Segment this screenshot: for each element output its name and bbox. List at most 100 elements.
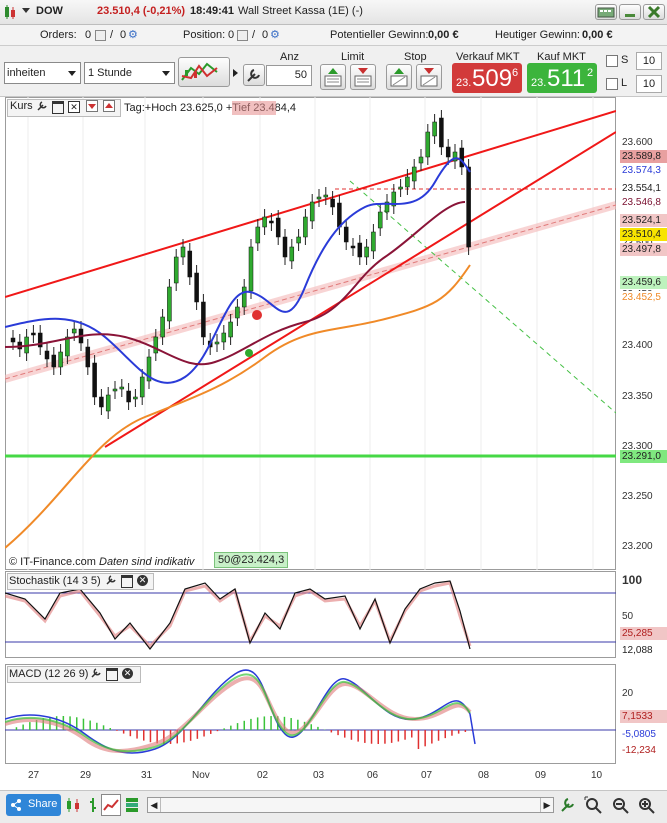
sell-market-button[interactable]: 23. 509 6 <box>452 63 522 93</box>
dropdown-arrow-icon[interactable] <box>21 6 31 16</box>
unit-select[interactable]: inheiten <box>4 62 81 84</box>
position-label: Position: <box>183 29 225 41</box>
time-tick-label: 08 <box>478 770 489 781</box>
zoom-in-icon[interactable] <box>636 795 656 815</box>
keyboard-button[interactable] <box>595 4 617 20</box>
macd-tick-label: 20 <box>622 688 633 699</box>
position-toggle-icon[interactable] <box>237 30 248 41</box>
stop-buy-button[interactable] <box>386 64 412 90</box>
price-level-tag: 23.524,1 <box>620 214 667 227</box>
price-level-tag: 23.459,6 <box>620 276 667 289</box>
draw-tool-icon[interactable] <box>558 795 578 815</box>
stoch-value-tag: 25,285 <box>620 627 667 640</box>
l-checkbox[interactable] <box>606 78 618 90</box>
close-icon[interactable]: ✕ <box>137 575 148 586</box>
buy-price-main: 511 <box>547 65 585 93</box>
stop-buy-icon <box>387 65 411 89</box>
wrench-button[interactable] <box>243 64 265 86</box>
stop-sell-button[interactable] <box>416 64 442 90</box>
orders-settings-icon[interactable]: ⚙ <box>128 28 138 41</box>
s-quantity-input[interactable]: 10 <box>636 52 662 70</box>
disclaimer-text: Daten sind indikativ <box>99 556 194 568</box>
wrench-icon[interactable] <box>90 667 102 682</box>
sell-price-main: 509 <box>472 65 512 93</box>
price-tick-label: 23.400 <box>622 340 653 351</box>
wrench-icon[interactable] <box>36 100 48 115</box>
time-tick-label: 27 <box>28 770 39 781</box>
sell-price-fraction: 6 <box>512 67 518 79</box>
orders-count-a: 0 <box>85 29 91 41</box>
time-axis[interactable] <box>5 765 616 787</box>
price-level-tag: 23.291,0 <box>620 450 667 463</box>
stop-sell-icon <box>417 65 441 89</box>
interval-select[interactable]: 1 Stunde <box>84 62 175 84</box>
scroll-right-icon[interactable]: ▶ <box>540 798 553 812</box>
candlestick-icon[interactable] <box>64 796 84 814</box>
price-change: 23.510,4 (-0,21%) <box>97 5 185 17</box>
share-button[interactable]: Share <box>6 794 61 816</box>
time-tick-label: 02 <box>257 770 268 781</box>
s-checkbox[interactable] <box>606 55 618 67</box>
instrument-name: DOW <box>36 5 63 17</box>
close-button[interactable] <box>643 4 665 20</box>
today-gain-value: 0,00 € <box>582 29 613 41</box>
anz-label: Anz <box>280 51 299 63</box>
close-icon[interactable]: ✕ <box>68 101 80 113</box>
l-quantity-input[interactable]: 10 <box>636 75 662 93</box>
orders-toggle-icon[interactable] <box>95 30 106 41</box>
share-label: Share <box>28 798 57 810</box>
indicator-button[interactable] <box>178 57 230 87</box>
limit-sell-button[interactable] <box>350 64 376 90</box>
title-bar: DOW 23.510,4 (-0,21%) 18:49:41 Wall Stre… <box>0 0 667 25</box>
bar-chart-icon[interactable] <box>87 796 99 814</box>
layers-icon[interactable] <box>124 796 142 814</box>
macd-value-tag: 7,1533 <box>620 710 667 723</box>
indicator-chart-icon <box>179 58 229 86</box>
zoom-out-icon[interactable] <box>610 795 630 815</box>
price-chart-canvas[interactable] <box>5 97 616 570</box>
time-tick-label: 07 <box>421 770 432 781</box>
position-settings-icon[interactable]: ⚙ <box>270 28 280 41</box>
time-tick-label: 09 <box>535 770 546 781</box>
buy-price-fraction: 2 <box>587 67 593 79</box>
expand-right-icon[interactable] <box>232 68 240 78</box>
horizontal-scrollbar[interactable]: ◀ ▶ <box>147 797 554 813</box>
arrow-down-icon[interactable] <box>86 100 98 115</box>
chevron-down-icon <box>67 70 77 78</box>
l-label: L <box>621 77 627 89</box>
price-level-tag: 23.589,8 <box>620 150 667 163</box>
line-chart-icon[interactable] <box>101 794 121 816</box>
buy-market-button[interactable]: 23. 511 2 <box>527 63 597 93</box>
arrow-up-icon[interactable] <box>103 100 115 115</box>
window-title: Wall Street Kassa (1E) (-) <box>238 5 363 17</box>
maximize-icon[interactable] <box>106 668 118 681</box>
stoch-value-tag: 12,088 <box>620 644 667 657</box>
limit-sell-icon <box>351 65 375 89</box>
wrench-icon[interactable] <box>105 574 117 589</box>
minimize-button[interactable] <box>619 4 641 20</box>
maximize-icon[interactable] <box>121 575 133 588</box>
sell-label: Verkauf MKT <box>456 51 520 63</box>
keyboard-icon <box>596 5 616 19</box>
scroll-left-icon[interactable]: ◀ <box>148 798 161 812</box>
price-level-tag: 23.510,4 <box>620 228 667 241</box>
order-info-bar: Orders: 0 / 0 ⚙ Position: 0 / 0 ⚙ Potent… <box>0 25 667 46</box>
sell-price-prefix: 23. <box>456 77 471 89</box>
maximize-icon[interactable] <box>52 101 64 114</box>
close-icon <box>644 5 664 19</box>
wrench-icon <box>244 65 264 85</box>
zoom-fit-icon[interactable] <box>583 795 605 815</box>
price-tick-label: 23.350 <box>622 391 653 402</box>
orders-count-b: 0 <box>120 29 126 41</box>
it-finance-brand: © IT-Finance.com <box>9 556 96 568</box>
time-tick-label: 03 <box>313 770 324 781</box>
position-count-b: 0 <box>262 29 268 41</box>
minimize-icon <box>620 5 640 19</box>
limit-buy-button[interactable] <box>320 64 346 90</box>
potential-gain-value: 0,00 € <box>428 29 459 41</box>
close-icon[interactable]: ✕ <box>122 668 133 679</box>
anz-input[interactable]: 50 <box>266 65 312 86</box>
instrument-menu-icon[interactable] <box>4 5 18 19</box>
share-icon <box>10 799 22 811</box>
time-tick-label: Nov <box>192 770 210 781</box>
